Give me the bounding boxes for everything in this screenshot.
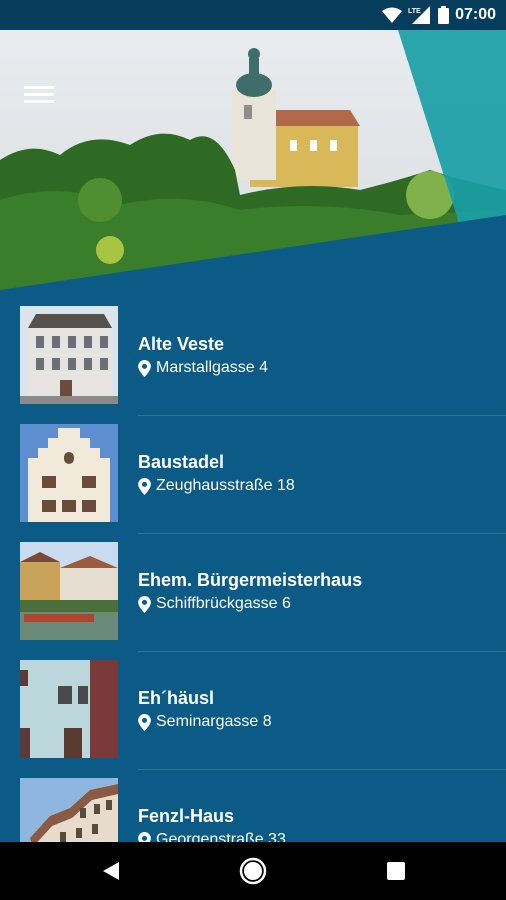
address-text: Marstallgasse 4 (156, 359, 269, 376)
item-address: Zeughausstraße 18 (138, 477, 295, 495)
system-nav-bar (0, 842, 506, 900)
location-pin-icon (138, 831, 151, 842)
status-bar: LTE 07:00 (0, 0, 506, 30)
address-text: Schiffbrückgasse 6 (156, 595, 291, 612)
lte-signal-icon: LTE (408, 6, 431, 24)
home-button[interactable] (238, 856, 268, 886)
thumbnail-image (20, 660, 118, 758)
hamburger-line (24, 93, 54, 96)
menu-button[interactable] (24, 82, 54, 108)
location-pin-icon (138, 595, 151, 613)
item-title: Baustadel (138, 452, 225, 472)
item-title: Fenzl-Haus (138, 806, 235, 826)
recents-icon (387, 862, 405, 880)
header-banner (0, 30, 506, 290)
location-pin-icon (138, 713, 151, 731)
item-title: Eh´häusl (138, 688, 215, 708)
battery-icon (438, 6, 450, 24)
location-pin-icon (138, 477, 151, 495)
thumbnail-image (20, 778, 118, 842)
wifi-icon (382, 7, 403, 23)
sights-list: Alte Veste Marstallgasse 4 Baustadel Zeu… (0, 298, 506, 842)
hamburger-line (24, 100, 54, 103)
item-address: Marstallgasse 4 (138, 359, 268, 377)
back-button[interactable] (97, 856, 127, 886)
list-item-baustadel[interactable]: Baustadel Zeughausstraße 18 (0, 416, 506, 534)
address-text: Georgenstraße 33 (156, 831, 286, 842)
castle-banner-image (0, 30, 506, 290)
network-label: LTE (408, 8, 421, 15)
item-title: Ehem. Bürgermeisterhaus (138, 570, 363, 590)
item-address: Seminargasse 8 (138, 713, 272, 731)
thumbnail-image (20, 542, 118, 640)
status-time: 07:00 (455, 6, 496, 23)
list-item-buergermeisterhaus[interactable]: Ehem. Bürgermeisterhaus Schiffbrückgasse… (0, 534, 506, 652)
status-icons: LTE 07:00 (382, 5, 496, 25)
list-item-fenzl-haus[interactable]: Fenzl-Haus Georgenstraße 33 (0, 770, 506, 842)
thumbnail-image (20, 306, 118, 404)
home-icon (239, 857, 267, 885)
list-item-alte-veste[interactable]: Alte Veste Marstallgasse 4 (0, 298, 506, 416)
item-title: Alte Veste (138, 334, 225, 354)
thumbnail-image (20, 424, 118, 522)
location-pin-icon (138, 359, 151, 377)
item-address: Schiffbrückgasse 6 (138, 595, 291, 613)
recents-button[interactable] (381, 856, 411, 886)
back-icon (103, 862, 119, 880)
address-text: Seminargasse 8 (156, 713, 272, 730)
address-text: Zeughausstraße 18 (156, 477, 295, 494)
list-item-ehhaeusl[interactable]: Eh´häusl Seminargasse 8 (0, 652, 506, 770)
item-address: Georgenstraße 33 (138, 831, 286, 842)
hamburger-menu-icon (24, 86, 54, 89)
